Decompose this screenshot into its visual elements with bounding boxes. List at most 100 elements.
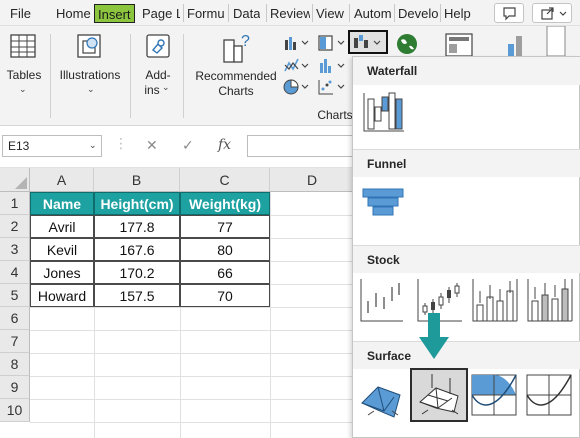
pie-chart-icon[interactable] (283, 78, 311, 96)
tab-insert[interactable]: Insert (94, 4, 135, 23)
row-header[interactable]: 7 (0, 330, 30, 353)
share-button[interactable] (532, 3, 572, 23)
row-header[interactable]: 9 (0, 376, 30, 399)
name-box[interactable]: E13 (2, 135, 102, 157)
tab-data[interactable]: Data (233, 4, 260, 23)
row-header[interactable]: 4 (0, 261, 30, 284)
share-icon (541, 7, 567, 20)
pivot-chart-icon[interactable] (444, 32, 474, 58)
column-header-d[interactable]: D (270, 168, 355, 192)
gridline (270, 192, 271, 438)
row-header[interactable]: 5 (0, 284, 30, 307)
tab-review[interactable]: Review (270, 4, 310, 23)
column-chart-icon[interactable] (283, 34, 311, 52)
formula-bar: E13 ⌄ ⋮ ✕ ✓ fx (0, 126, 355, 168)
tab-view[interactable]: View (316, 4, 344, 23)
table-cell[interactable]: Avril (30, 215, 94, 238)
formula-input[interactable] (247, 135, 355, 157)
row-header[interactable]: 8 (0, 353, 30, 376)
table-header-cell[interactable]: Name (30, 192, 94, 215)
line-chart-icon[interactable] (283, 57, 311, 75)
row-header[interactable]: 2 (0, 215, 30, 238)
comments-button[interactable] (494, 3, 524, 23)
tab-file[interactable]: File (10, 4, 31, 23)
illustrations-label[interactable]: Illustrations (56, 68, 124, 82)
gridline (30, 353, 355, 354)
column-header-b[interactable]: B (94, 168, 180, 192)
waterfall-chart-dropdown-button[interactable] (348, 30, 388, 54)
chevron-down-icon[interactable]: ⌄ (162, 82, 170, 93)
chevron-down-icon[interactable]: ⌄ (19, 84, 27, 95)
tab-help[interactable]: Help (444, 4, 471, 23)
hierarchy-chart-icon[interactable] (317, 34, 347, 52)
funnel-chart-option[interactable] (359, 183, 407, 229)
tables-label[interactable]: Tables (4, 68, 44, 82)
chevron-down-icon[interactable]: ⌄ (89, 140, 97, 151)
tab-formulas[interactable]: Formu (187, 4, 225, 23)
table-cell[interactable]: 157.5 (94, 284, 180, 307)
tab-divider (228, 4, 229, 22)
row-header[interactable]: 3 (0, 238, 30, 261)
table-cell[interactable]: 77 (180, 215, 270, 238)
add-ins-label-line1[interactable]: Add- (138, 68, 178, 82)
table-cell[interactable]: 167.6 (94, 238, 180, 261)
table-cell[interactable]: Howard (30, 284, 94, 307)
table-cell[interactable]: Kevil (30, 238, 94, 261)
group-divider (50, 34, 51, 118)
illustrations-icon[interactable] (74, 32, 106, 62)
tab-divider (312, 4, 313, 22)
table-header-cell[interactable]: Height(cm) (94, 192, 180, 215)
comment-icon (503, 7, 516, 21)
gridline (30, 399, 355, 400)
maps-icon[interactable] (395, 32, 421, 56)
row-header[interactable]: 10 (0, 399, 30, 422)
recommended-charts-icon[interactable]: ? (220, 32, 254, 64)
table-cell[interactable]: 170.2 (94, 261, 180, 284)
tab-divider (183, 4, 184, 22)
tab-page-layout[interactable]: Page L (142, 4, 180, 23)
row-header[interactable]: 6 (0, 307, 30, 330)
table-cell[interactable]: 177.8 (94, 215, 180, 238)
table-cell[interactable]: 80 (180, 238, 270, 261)
chevron-down-icon[interactable]: ⌄ (87, 84, 95, 95)
insert-function-icon[interactable]: fx (218, 137, 231, 153)
group-divider (183, 34, 184, 118)
svg-text:?: ? (241, 33, 250, 50)
tab-divider (440, 4, 441, 22)
recommended-charts-label-line2[interactable]: Charts (192, 84, 280, 98)
section-header-surface: Surface (353, 341, 580, 369)
tab-automate[interactable]: Autom (354, 4, 392, 23)
scatter-chart-icon[interactable] (317, 78, 347, 96)
table-cell[interactable]: 70 (180, 284, 270, 307)
table-header-cell[interactable]: Weight(kg) (180, 192, 270, 215)
recommended-charts-label-line1[interactable]: Recommended (192, 69, 280, 83)
column-header-a[interactable]: A (30, 168, 94, 192)
table-cell[interactable]: Jones (30, 261, 94, 284)
3d-surface-chart-option[interactable] (358, 373, 408, 419)
statistic-chart-icon[interactable] (317, 57, 347, 75)
wireframe-contour-chart-option[interactable] (525, 373, 573, 421)
waterfall-stock-surface-menu: Waterfall Funnel Stock Surface (352, 56, 580, 438)
table-cell[interactable]: 66 (180, 261, 270, 284)
gridline (30, 376, 355, 377)
contour-chart-option[interactable] (470, 373, 518, 421)
waterfall-chart-option[interactable] (361, 89, 407, 135)
volume-open-high-low-close-chart-option[interactable] (525, 277, 575, 323)
section-header-funnel: Funnel (353, 149, 580, 177)
add-ins-label-line2[interactable]: ins (140, 83, 164, 97)
column-header-c[interactable]: C (180, 168, 270, 192)
table-icon[interactable] (8, 32, 38, 62)
waterfall-chart-icon (354, 35, 381, 48)
more-dots-icon: ⋮ (114, 135, 128, 151)
add-ins-icon[interactable] (142, 32, 174, 62)
cancel-icon[interactable]: ✕ (146, 137, 158, 154)
select-all-button[interactable] (0, 168, 30, 192)
tab-developer[interactable]: Develo (398, 4, 438, 23)
tab-home[interactable]: Home (56, 4, 91, 23)
enter-icon[interactable]: ✓ (182, 137, 194, 154)
high-low-close-chart-option[interactable] (358, 277, 404, 323)
row-header[interactable]: 1 (0, 192, 30, 215)
volume-high-low-close-chart-option[interactable] (470, 277, 520, 323)
wireframe-3d-surface-chart-option[interactable] (410, 368, 468, 422)
section-header-stock: Stock (353, 245, 580, 273)
